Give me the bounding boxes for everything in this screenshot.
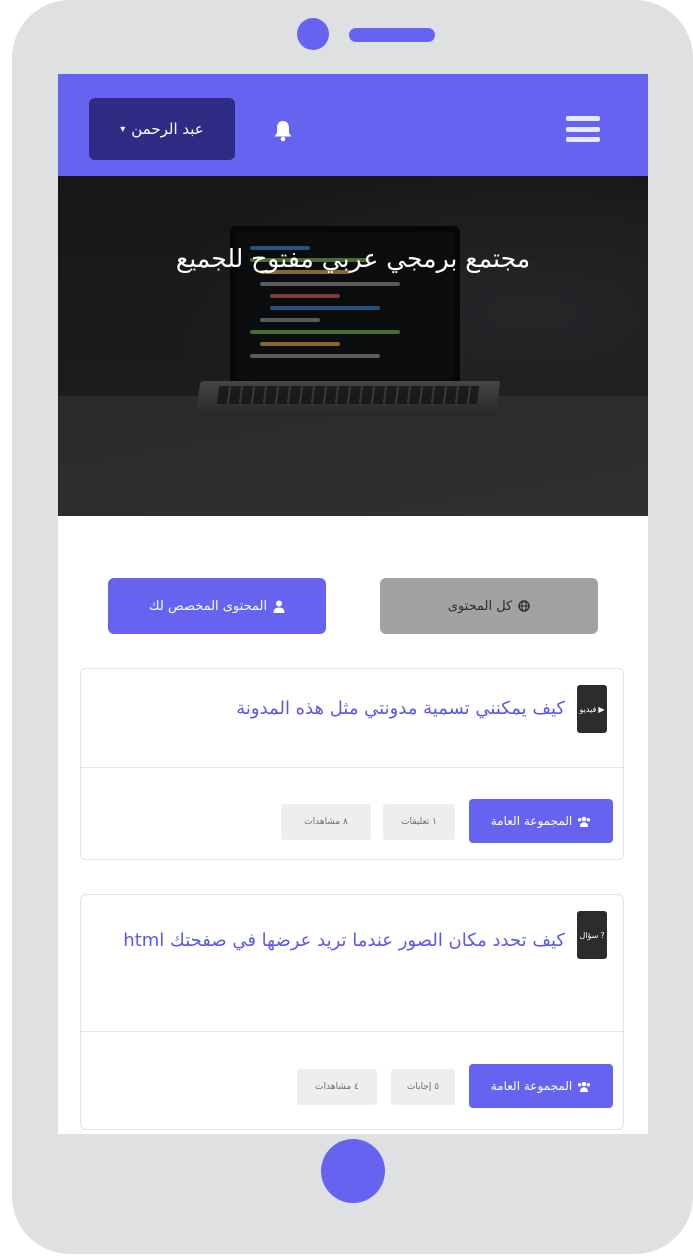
- answers-count: ٥ إجابات: [391, 1069, 455, 1105]
- user-icon: [273, 600, 285, 613]
- globe-icon: [518, 600, 530, 612]
- question-icon: ?: [600, 930, 605, 940]
- hero-banner: مجتمع برمجي عربي مفتوح للجميع: [58, 176, 648, 516]
- post-type-badge: ? سؤال: [577, 911, 607, 959]
- all-content-label: كل المحتوى: [447, 598, 513, 614]
- app-screen: عبد الرحمن ▾ مجتمع برمجي عربي مفتوح للجم…: [58, 74, 648, 1134]
- play-icon: ▶: [598, 704, 605, 714]
- post-card-header: ▶ فيديو كيف يمكنني تسمية مدونتي مثل هذه …: [81, 669, 623, 767]
- home-button[interactable]: [321, 1139, 385, 1203]
- comments-count: ١ تعليقات: [383, 804, 455, 840]
- post-type-label: سؤال: [579, 930, 599, 940]
- bell-icon[interactable]: [271, 118, 295, 144]
- views-count: ٨ مشاهدات: [281, 804, 371, 840]
- hamburger-icon[interactable]: [566, 116, 600, 142]
- custom-content-button[interactable]: المحتوى المخصص لك: [108, 578, 326, 634]
- views-count: ٤ مشاهدات: [297, 1069, 377, 1105]
- users-icon: [577, 816, 591, 827]
- users-icon: [577, 1081, 591, 1092]
- post-title-link[interactable]: كيف يمكنني تسمية مدونتي مثل هذه المدونة: [95, 681, 565, 737]
- post-title-link[interactable]: كيف تحدد مكان الصور عندما تريد عرضها في …: [95, 913, 565, 969]
- post-type-label: فيديو: [579, 704, 597, 714]
- post-card-footer: المجموعة العامة ٥ إجابات ٤ مشاهدات: [81, 1031, 623, 1129]
- camera-dot: [297, 18, 329, 50]
- post-card: ? سؤال كيف تحدد مكان الصور عندما تريد عر…: [80, 894, 624, 1130]
- hero-title: مجتمع برمجي عربي مفتوح للجميع: [175, 244, 531, 273]
- post-card-footer: المجموعة العامة ١ تعليقات ٨ مشاهدات: [81, 767, 623, 859]
- group-button[interactable]: المجموعة العامة: [469, 1064, 613, 1108]
- group-label: المجموعة العامة: [490, 1079, 573, 1093]
- post-card-header: ? سؤال كيف تحدد مكان الصور عندما تريد عر…: [81, 895, 623, 1031]
- group-button[interactable]: المجموعة العامة: [469, 799, 613, 843]
- post-card: ▶ فيديو كيف يمكنني تسمية مدونتي مثل هذه …: [80, 668, 624, 860]
- all-content-button[interactable]: كل المحتوى: [380, 578, 598, 634]
- post-type-badge: ▶ فيديو: [577, 685, 607, 733]
- chevron-down-icon: ▾: [120, 123, 126, 135]
- custom-content-label: المحتوى المخصص لك: [148, 598, 268, 614]
- user-menu-button[interactable]: عبد الرحمن ▾: [89, 98, 235, 160]
- group-label: المجموعة العامة: [490, 814, 573, 828]
- user-name: عبد الرحمن: [131, 120, 204, 138]
- top-navbar: عبد الرحمن ▾: [58, 74, 648, 176]
- speaker-slot: [349, 28, 435, 42]
